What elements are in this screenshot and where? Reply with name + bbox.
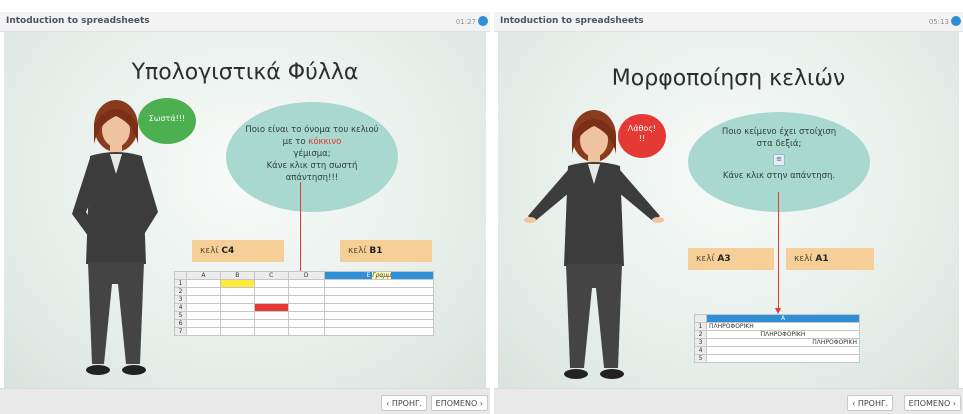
align-right-icon: ≡ xyxy=(773,154,785,166)
answer-button-1[interactable]: κελί C4 xyxy=(192,240,284,262)
cell-a2[interactable]: ΠΛΗΡΟΦΟΡΙΚΗ xyxy=(706,330,860,339)
question-text-end: γέμισμα; Κάνε κλικ στη σωστή απάντηση!!! xyxy=(266,149,358,183)
row-number: 5 xyxy=(694,354,707,363)
next-button[interactable]: ΕΠΟΜΕΝΟ › xyxy=(903,395,961,411)
course-title: Intoduction to spreadsheets xyxy=(6,16,150,26)
slide-panel-right: Intoduction to spreadsheets 05:13 Μορφοπ… xyxy=(494,0,963,414)
column-header: C xyxy=(253,271,289,280)
row-number: 1 xyxy=(694,322,707,331)
column-header: D xyxy=(287,271,325,280)
navigation-bar: ‹ ΠΡΟΗΓ. ΕΠΟΜΕΝΟ › xyxy=(0,388,490,414)
feedback-bubble: Σωστά!!! xyxy=(138,98,196,144)
timer: 05:13 xyxy=(928,18,949,26)
prev-label: ΠΡΟΗΓ. xyxy=(857,399,888,408)
cell-c4-red[interactable] xyxy=(253,303,289,312)
row-number: 2 xyxy=(174,287,187,296)
slide-area: Υπολογιστικά Φύλλα Σωστά!!! Ποιο είναι τ… xyxy=(4,32,486,388)
question-bubble: Ποιο είναι το όνομα του κελιού με το κόκ… xyxy=(226,102,398,212)
next-button[interactable]: ΕΠΟΜΕΝΟ › xyxy=(430,395,488,411)
prev-button[interactable]: ‹ ΠΡΟΗΓ. xyxy=(847,395,893,411)
slide-title: Μορφοποίηση κελιών xyxy=(611,66,846,91)
answer-prefix-1: κελί xyxy=(200,246,219,256)
row-number: 4 xyxy=(174,303,187,312)
slide-title: Υπολογιστικά Φύλλα xyxy=(131,60,359,85)
answer-cell-2: B1 xyxy=(369,246,383,256)
cell-b1-yellow[interactable] xyxy=(219,279,255,288)
column-header: E Γραμμ xyxy=(323,271,435,280)
prev-label: ΠΡΟΗΓ. xyxy=(391,399,422,408)
feedback-text: Λάθος! !! xyxy=(627,124,657,143)
column-header: A xyxy=(706,314,860,323)
chevron-left-icon: ‹ xyxy=(386,399,390,408)
answer-prefix-1: κελί xyxy=(696,254,715,264)
question-line-1: Ποιο κείμενο έχει στοίχιση xyxy=(721,127,837,137)
next-label: ΕΠΟΜΕΝΟ xyxy=(908,399,951,408)
row-number: 3 xyxy=(174,295,187,304)
pointer-arrow xyxy=(778,192,779,310)
answer-button-2[interactable]: κελί A1 xyxy=(786,248,874,270)
answer-prefix-2: κελί xyxy=(348,246,367,256)
chevron-left-icon: ‹ xyxy=(852,399,856,408)
spreadsheet-grid: A B C D E Γραμμ 1 2 3 4 5 6 7 xyxy=(174,271,435,336)
course-title: Intoduction to spreadsheets xyxy=(500,16,644,26)
slide-area: Μορφοποίηση κελιών Λάθος! !! Ποιο κείμεν… xyxy=(498,32,959,388)
next-label: ΕΠΟΜΕΝΟ xyxy=(435,399,478,408)
status-dot-icon xyxy=(478,16,488,26)
spreadsheet-grid: A 1 ΠΛΗΡΟΦΟΡΙΚΗ 2 ΠΛΗΡΟΦΟΡΙΚΗ 3 ΠΛΗΡΟΦΟΡΙΚΗ… xyxy=(694,314,860,363)
cell-a4[interactable] xyxy=(706,346,860,355)
answer-button-1[interactable]: κελί A3 xyxy=(688,248,774,270)
answer-cell-1: A3 xyxy=(717,254,731,264)
timer: 01:27 xyxy=(455,18,476,26)
cell-a5[interactable] xyxy=(706,354,860,363)
navigation-bar: ‹ ΠΡΟΗΓ. ΕΠΟΜΕΝΟ › xyxy=(494,388,963,414)
row-number: 2 xyxy=(694,330,707,339)
status-dot-icon xyxy=(951,16,961,26)
chevron-right-icon: › xyxy=(479,399,483,408)
row-number: 6 xyxy=(174,319,187,328)
feedback-text: Σωστά!!! xyxy=(148,114,186,123)
answer-prefix-2: κελί xyxy=(794,254,813,264)
header-bar: Intoduction to spreadsheets 01:27 xyxy=(0,12,490,32)
row-number: 1 xyxy=(174,279,187,288)
cell-a3[interactable]: ΠΛΗΡΟΦΟΡΙΚΗ xyxy=(706,338,860,347)
question-line-3: Κάνε κλικ στην απάντηση. xyxy=(722,171,836,181)
column-header: B xyxy=(219,271,255,280)
row-number: 4 xyxy=(694,346,707,355)
row-number: 7 xyxy=(174,327,187,336)
prev-button[interactable]: ‹ ΠΡΟΗΓ. xyxy=(381,395,427,411)
feedback-bubble: Λάθος! !! xyxy=(618,114,666,158)
column-header: A xyxy=(186,271,221,280)
chevron-right-icon: › xyxy=(952,399,956,408)
formula-hint: Γραμμ xyxy=(372,272,392,279)
slide-panel-left: Intoduction to spreadsheets 01:27 Υπολογ… xyxy=(0,0,490,414)
header-bar: Intoduction to spreadsheets 05:13 xyxy=(494,12,963,32)
row-number: 3 xyxy=(694,338,707,347)
answer-cell-1: C4 xyxy=(221,246,235,256)
question-bubble: Ποιο κείμενο έχει στοίχιση στα δεξιά; ≡ … xyxy=(688,112,870,212)
answer-cell-2: A1 xyxy=(815,254,829,264)
question-line-2: στα δεξιά; xyxy=(756,139,802,149)
answer-button-2[interactable]: κελί B1 xyxy=(340,240,432,262)
row-number: 5 xyxy=(174,311,187,320)
cell-a1[interactable]: ΠΛΗΡΟΦΟΡΙΚΗ xyxy=(706,322,860,331)
question-highlight: κόκκινο xyxy=(308,137,342,147)
column-header-label: E xyxy=(366,272,371,279)
